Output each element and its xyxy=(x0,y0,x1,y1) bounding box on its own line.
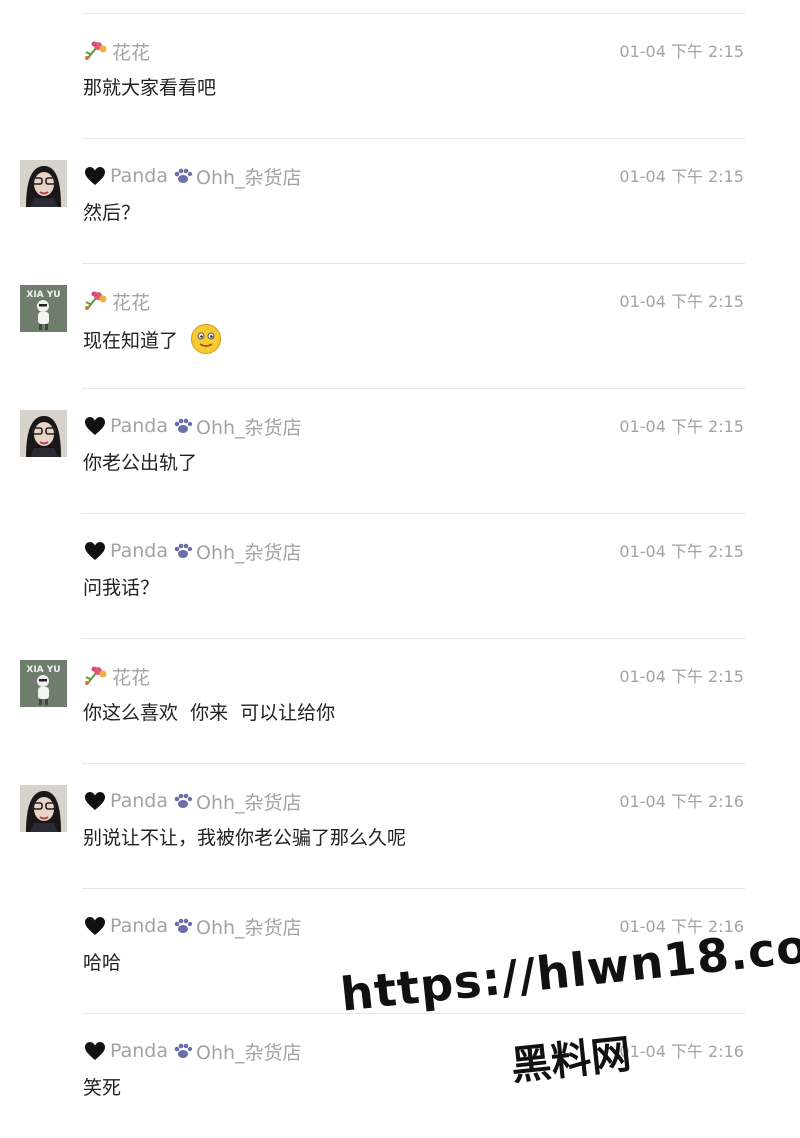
paw-icon xyxy=(171,916,193,936)
message-text: 然后？ xyxy=(83,198,140,225)
message-text-content: 别说让不让，我被你老公骗了那么久呢 xyxy=(83,827,407,849)
message-text-content: 那就大家看看吧 xyxy=(83,77,217,99)
sender-name-part: Ohh_杂货店 xyxy=(196,166,302,189)
message-text-content: 你老公出轨了 xyxy=(83,452,198,474)
message-divider xyxy=(82,138,745,139)
sender-name-part: Panda xyxy=(110,1040,168,1062)
message-text-content: 问我话？ xyxy=(83,577,160,599)
sender-name-part: Panda xyxy=(110,540,168,562)
message-text: 哈哈 xyxy=(83,948,121,975)
message-divider xyxy=(82,763,745,764)
message-divider xyxy=(82,388,745,389)
message-timestamp: 01-04 下午 2:15 xyxy=(619,417,744,436)
message-text: 问我话？ xyxy=(83,573,159,600)
message-text-content: 现在知道了 xyxy=(83,329,179,352)
paw-icon xyxy=(171,1041,193,1061)
message-divider xyxy=(82,263,745,264)
sender-name[interactable]: 花花 xyxy=(84,288,150,314)
chat-message: Panda Ohh_杂货店 01-04 下午 2:15 问我话？ xyxy=(0,513,800,638)
paw-icon xyxy=(171,166,193,186)
message-text-content: 笑死 xyxy=(83,1077,122,1099)
sender-name[interactable]: Panda Ohh_杂货店 xyxy=(84,913,302,939)
sender-name[interactable]: Panda Ohh_杂货店 xyxy=(84,788,302,814)
message-timestamp: 01-04 下午 2:15 xyxy=(619,292,744,311)
watermark-name: 黑料网 xyxy=(509,1031,634,1090)
svg-text:XIA YU: XIA YU xyxy=(26,665,60,675)
message-text: 笑死 xyxy=(83,1073,121,1100)
sender-name-text: 花花 xyxy=(112,41,151,64)
flower-icon xyxy=(84,290,108,312)
sender-name[interactable]: Panda Ohh_杂货店 xyxy=(84,1038,302,1064)
heart-icon xyxy=(84,416,106,436)
sender-name-part: Panda xyxy=(110,165,168,187)
sender-name-text: 花花 xyxy=(112,291,151,314)
svg-text:XIA YU: XIA YU xyxy=(26,290,60,300)
sender-name[interactable]: 花花 xyxy=(84,38,150,64)
message-timestamp: 01-04 下午 2:15 xyxy=(619,42,744,61)
heart-icon xyxy=(84,791,106,811)
chat-message: XIA YU 花花 01-04 下午 2:15 现在知道了 xyxy=(0,263,800,388)
avatar-panda[interactable] xyxy=(20,160,67,207)
message-text: 现在知道了 xyxy=(83,323,222,355)
sender-name[interactable]: Panda Ohh_杂货店 xyxy=(84,538,302,564)
sender-name-part: Ohh_杂货店 xyxy=(196,791,302,814)
message-timestamp: 01-04 下午 2:15 xyxy=(619,542,744,561)
avatar-panda[interactable] xyxy=(20,410,67,457)
sender-name[interactable]: Panda Ohh_杂货店 xyxy=(84,163,302,189)
chat-message: Panda Ohh_杂货店 01-04 下午 2:15 你老公出轨了 xyxy=(0,388,800,513)
flower-icon xyxy=(84,665,108,687)
paw-icon xyxy=(171,416,193,436)
message-timestamp: 01-04 下午 2:15 xyxy=(619,667,744,686)
sender-name-part: Ohh_杂货店 xyxy=(196,1041,302,1064)
message-text-content: 你这么喜欢 你来 可以让给你 xyxy=(83,702,336,724)
sender-name-part: Ohh_杂货店 xyxy=(196,916,302,939)
smile-emoji-icon xyxy=(190,323,222,355)
sender-name-part: Ohh_杂货店 xyxy=(196,541,302,564)
watermark: https://hlwn18.com 黑料网 xyxy=(338,914,800,1118)
message-divider xyxy=(82,513,745,514)
message-timestamp: 01-04 下午 2:15 xyxy=(619,167,744,186)
avatar-huahua[interactable]: XIA YU xyxy=(20,285,67,332)
sender-name-text: 花花 xyxy=(112,666,151,689)
message-text-content: 哈哈 xyxy=(83,952,122,974)
heart-icon xyxy=(84,541,106,561)
avatar-panda[interactable] xyxy=(20,785,67,832)
avatar-huahua[interactable]: XIA YU xyxy=(20,660,67,707)
paw-icon xyxy=(171,791,193,811)
message-text-content: 然后？ xyxy=(83,202,141,224)
message-text: 别说让不让，我被你老公骗了那么久呢 xyxy=(83,823,406,850)
heart-icon xyxy=(84,1041,106,1061)
message-divider xyxy=(82,13,745,14)
sender-name-part: Panda xyxy=(110,790,168,812)
heart-icon xyxy=(84,166,106,186)
chat-message: 花花 01-04 下午 2:15 那就大家看看吧 xyxy=(0,13,800,138)
flower-icon xyxy=(84,40,108,62)
message-timestamp: 01-04 下午 2:16 xyxy=(619,792,744,811)
message-text: 那就大家看看吧 xyxy=(83,73,216,100)
sender-name[interactable]: Panda Ohh_杂货店 xyxy=(84,413,302,439)
message-text: 你老公出轨了 xyxy=(83,448,197,475)
chat-message: Panda Ohh_杂货店 01-04 下午 2:16 别说让不让，我被你老公骗了那么… xyxy=(0,763,800,888)
chat-message: Panda Ohh_杂货店 01-04 下午 2:15 然后？ xyxy=(0,138,800,263)
sender-name[interactable]: 花花 xyxy=(84,663,150,689)
sender-name-part: Panda xyxy=(110,915,168,937)
message-divider xyxy=(82,638,745,639)
paw-icon xyxy=(171,541,193,561)
message-divider xyxy=(82,888,745,889)
message-text: 你这么喜欢 你来 可以让给你 xyxy=(83,698,335,725)
heart-icon xyxy=(84,916,106,936)
chat-message: XIA YU 花花 01-04 下午 2:15 你这么喜欢 你来 可以让给你 xyxy=(0,638,800,763)
sender-name-part: Panda xyxy=(110,415,168,437)
sender-name-part: Ohh_杂货店 xyxy=(196,416,302,439)
